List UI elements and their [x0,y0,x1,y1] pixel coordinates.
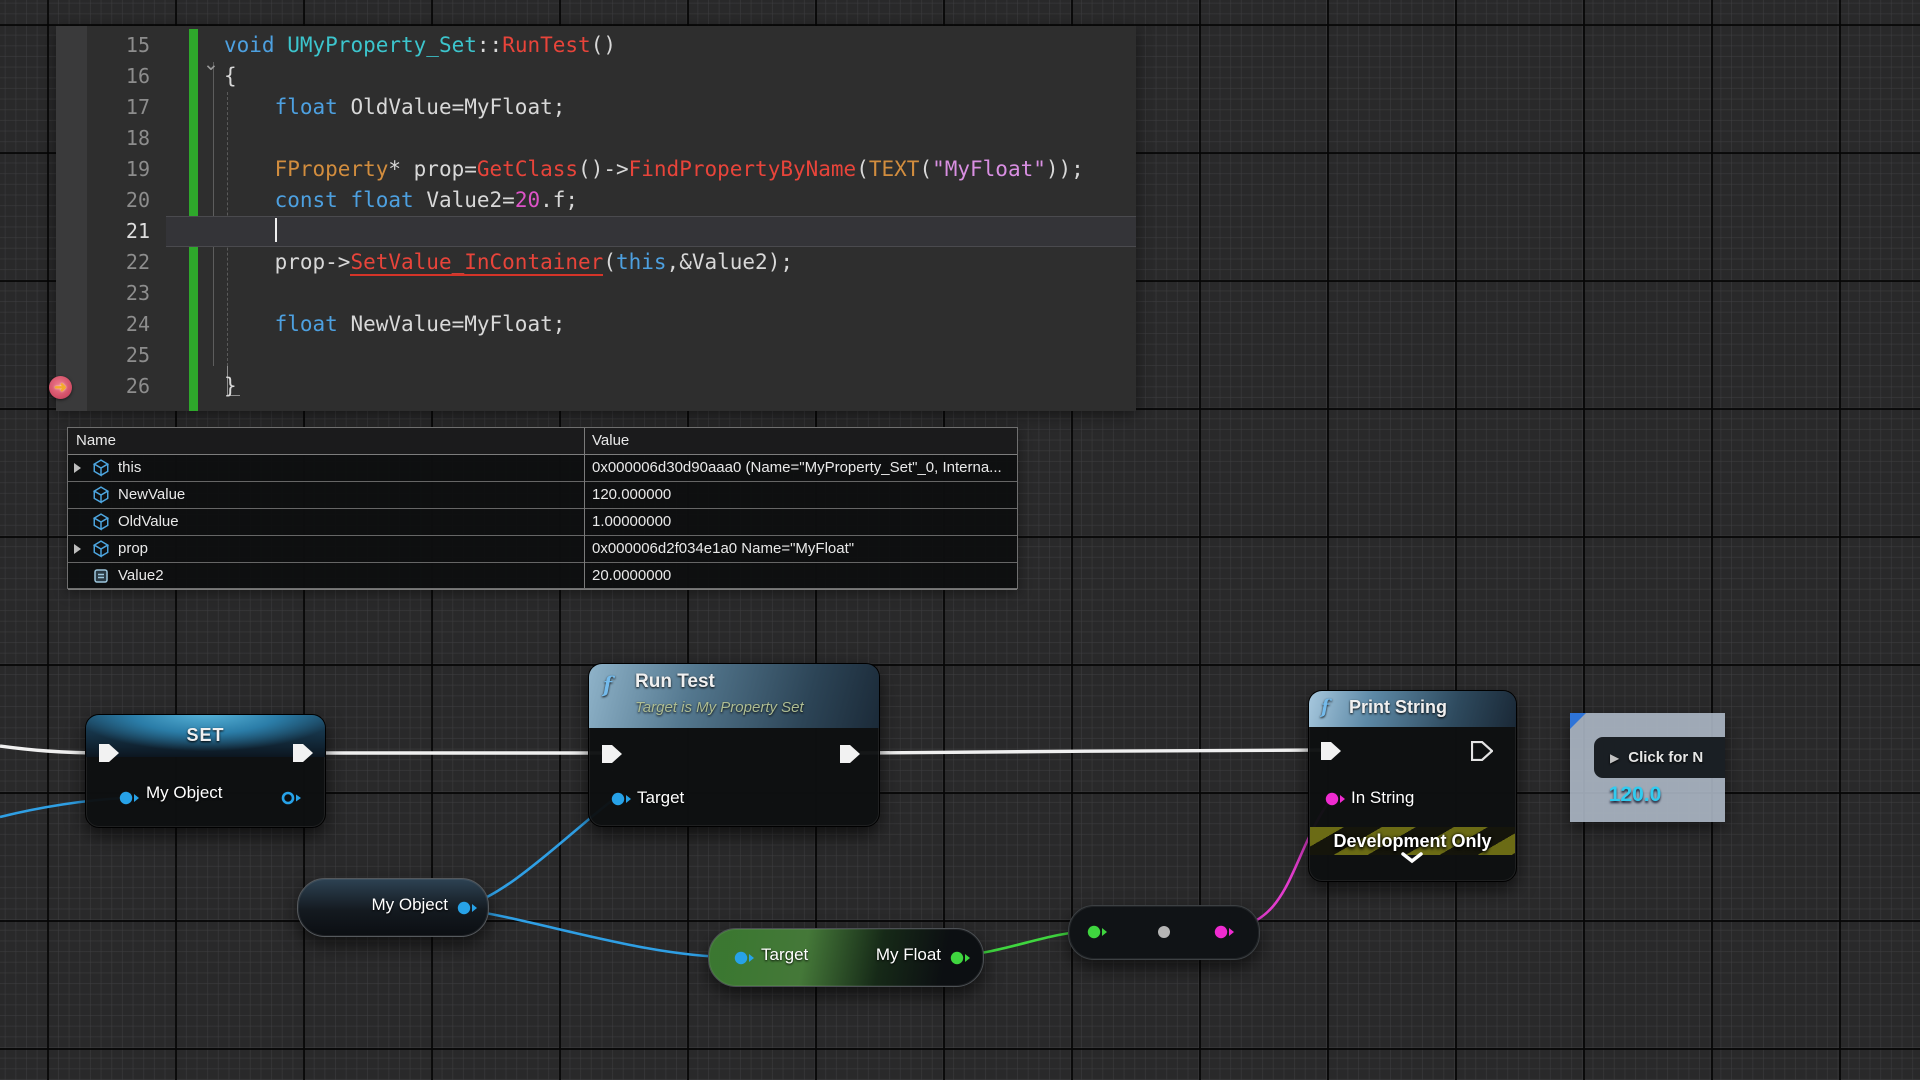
line-number[interactable]: 19 [56,154,150,185]
corner-fold-icon [1570,713,1586,729]
line-number[interactable]: 15 [56,30,150,61]
debug-value-popup[interactable]: ▶ Click for N 120.0 [1570,713,1725,822]
line-number[interactable]: 23 [56,278,150,309]
my-object-output-pin[interactable] [457,901,478,920]
exec-in-pin[interactable] [601,744,623,769]
code-text: prop->SetValue_InContainer(this,&Value2)… [224,247,793,278]
exec-out-pin[interactable] [839,744,861,769]
code-text [224,216,277,247]
exec-in-pin[interactable] [98,743,120,768]
my-object-node-label: My Object [371,895,448,915]
line-number[interactable]: 17 [56,92,150,123]
run-test-header[interactable]: f Run Test Target is My Property Set [589,664,879,728]
code-text: const float Value2=20.f; [224,185,578,216]
click-for-more-button[interactable]: ▶ Click for N [1594,737,1725,778]
set-node-title: SET [86,725,325,746]
print-string-node[interactable]: f Print String In String Development Onl… [1308,690,1517,882]
exec-out-pin[interactable] [292,743,314,768]
line-number[interactable]: 18 [56,123,150,154]
line-number[interactable]: 26 [56,371,150,402]
code-text: } [224,371,237,402]
code-text: void UMyProperty_Set::RunTest() [224,30,616,61]
my-float-output-pin[interactable] [950,951,971,970]
line-number[interactable]: 21 [56,216,150,247]
function-icon: f [603,672,612,697]
line-number[interactable]: 24 [56,309,150,340]
print-string-header[interactable]: f Print String [1309,691,1516,727]
run-test-title: Run Test [635,671,715,693]
my-object-variable-node[interactable]: My Object [297,878,489,937]
set-node[interactable]: SET My Object [85,714,326,828]
string-output-pin[interactable] [1214,925,1235,944]
code-text: float OldValue=MyFloat; [224,92,565,123]
code-text: float NewValue=MyFloat; [224,309,565,340]
line-number[interactable]: 20 [56,185,150,216]
float-to-string-conversion-node[interactable] [1068,905,1260,960]
text-caret [275,218,277,242]
in-string-pin-label: In String [1351,788,1414,808]
my-float-pin-label: My Float [876,945,941,965]
run-test-subtitle: Target is My Property Set [635,699,804,716]
my-float-getter-node[interactable]: Target My Float [708,928,984,987]
target-input-pin[interactable] [611,792,632,811]
function-icon: f [1321,696,1329,718]
chevron-down-icon[interactable] [1401,851,1423,869]
code-text: FProperty* prop=GetClass()->FindProperty… [224,154,1084,185]
click-for-more-label: Click for N [1628,749,1703,766]
my-object-pin-label: My Object [146,783,223,803]
print-string-title: Print String [1349,697,1447,718]
set-node-header[interactable]: SET [86,715,325,757]
float-input-pin[interactable] [1087,925,1108,944]
exec-out-pin[interactable] [1471,741,1493,766]
blueprint-graph-canvas[interactable]: SET My Object My Object f Run Test Targe… [0,0,1920,1080]
line-number[interactable]: 22 [56,247,150,278]
code-text: { [224,61,237,92]
cursor-arrow-icon: ▶ [1610,751,1619,765]
line-number[interactable]: 16 [56,61,150,92]
run-test-node[interactable]: f Run Test Target is My Property Set Tar… [588,663,880,827]
line-number[interactable]: 25 [56,340,150,371]
my-object-output-pin[interactable] [281,791,302,810]
my-object-input-pin[interactable] [119,791,140,810]
target-pin-label: Target [761,945,808,965]
conversion-dot-icon [1158,926,1170,938]
target-input-pin[interactable] [734,951,755,970]
debug-value: 120.0 [1570,783,1700,807]
exec-in-pin[interactable] [1320,741,1342,766]
target-pin-label: Target [637,788,684,808]
in-string-input-pin[interactable] [1325,792,1346,811]
